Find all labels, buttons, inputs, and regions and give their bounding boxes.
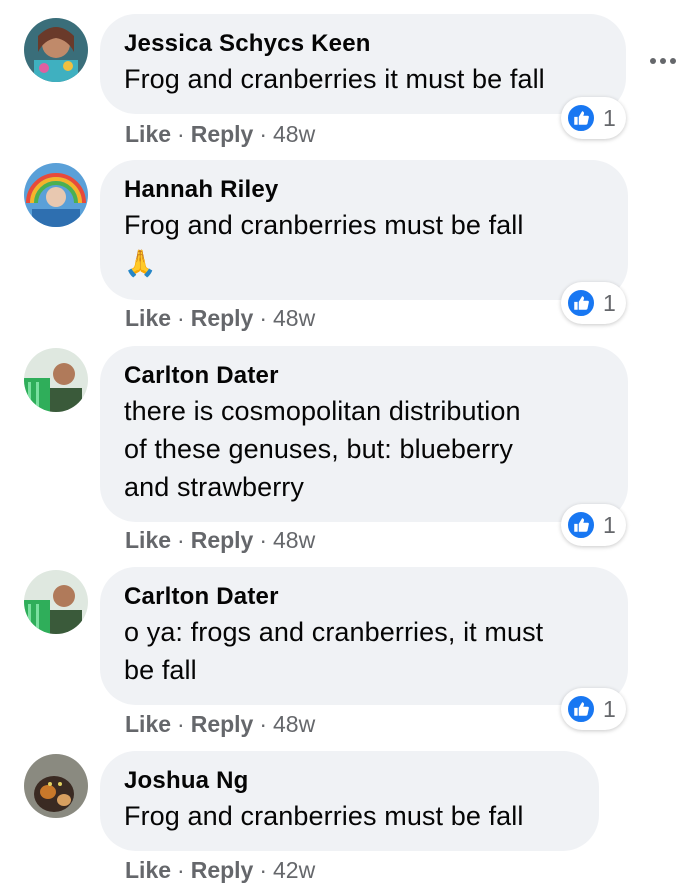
timestamp[interactable]: 42w: [273, 857, 315, 883]
comment-text-line: and strawberry: [124, 472, 304, 502]
reply-button[interactable]: Reply: [191, 711, 254, 737]
comment-author[interactable]: Carlton Dater: [124, 360, 602, 392]
comment-actions: Like · Reply · 42w: [125, 857, 315, 884]
avatar[interactable]: [24, 18, 88, 82]
reaction-badge[interactable]: 1: [561, 282, 626, 324]
reaction-count: 1: [603, 104, 616, 131]
avatar[interactable]: [24, 163, 88, 227]
comment-bubble: Jessica Schycs Keen Frog and cranberries…: [100, 14, 626, 114]
separator: ·: [259, 305, 268, 331]
like-reaction-icon: [566, 288, 596, 318]
comment-author[interactable]: Carlton Dater: [124, 581, 602, 613]
separator: ·: [177, 121, 185, 147]
like-reaction-icon: [566, 510, 596, 540]
comment-actions: Like · Reply · 48w: [125, 527, 315, 554]
reaction-count: 1: [603, 289, 616, 316]
like-button[interactable]: Like: [125, 121, 171, 147]
reaction-badge[interactable]: 1: [561, 504, 626, 546]
timestamp[interactable]: 48w: [273, 305, 315, 331]
comment-actions: Like · Reply · 48w: [125, 305, 315, 332]
comment-author[interactable]: Joshua Ng: [124, 765, 573, 797]
avatar[interactable]: [24, 754, 88, 818]
separator: ·: [177, 527, 185, 553]
comment-bubble: Hannah Riley Frog and cranberries must b…: [100, 160, 628, 300]
separator: ·: [177, 305, 185, 331]
timestamp[interactable]: 48w: [273, 527, 315, 553]
comment-text-line: of these genuses, but: blueberry: [124, 434, 513, 464]
avatar[interactable]: [24, 348, 88, 412]
comment-bubble: Carlton Dater o ya: frogs and cranberrie…: [100, 567, 628, 705]
reply-button[interactable]: Reply: [191, 527, 254, 553]
like-reaction-icon: [566, 694, 596, 724]
comment-bubble: Carlton Dater there is cosmopolitan dist…: [100, 346, 628, 522]
like-button[interactable]: Like: [125, 857, 171, 883]
like-button[interactable]: Like: [125, 305, 171, 331]
comment-actions: Like · Reply · 48w: [125, 121, 315, 148]
more-options-icon[interactable]: [650, 58, 676, 64]
reaction-count: 1: [603, 695, 616, 722]
comment-text: Frog and cranberries it must be fall: [124, 64, 545, 94]
comment-author[interactable]: Jessica Schycs Keen: [124, 28, 600, 60]
comment-bubble: Joshua Ng Frog and cranberries must be f…: [100, 751, 599, 851]
separator: ·: [259, 857, 268, 883]
reply-button[interactable]: Reply: [191, 857, 254, 883]
reaction-count: 1: [603, 511, 616, 538]
timestamp[interactable]: 48w: [273, 711, 315, 737]
comment-actions: Like · Reply · 48w: [125, 711, 315, 738]
comment-text-line: o ya: frogs and cranberries, it must: [124, 617, 544, 647]
separator: ·: [177, 857, 185, 883]
reaction-badge[interactable]: 1: [561, 688, 626, 730]
separator: ·: [259, 711, 268, 737]
reply-button[interactable]: Reply: [191, 121, 254, 147]
timestamp[interactable]: 48w: [273, 121, 315, 147]
comment-text: Frog and cranberries must be fall: [124, 210, 524, 240]
comment-text-line: be fall: [124, 655, 197, 685]
separator: ·: [259, 527, 268, 553]
comment-text-line: there is cosmopolitan distribution: [124, 396, 521, 426]
separator: ·: [177, 711, 185, 737]
like-button[interactable]: Like: [125, 711, 171, 737]
prayer-hands-emoji: 🙏: [124, 248, 157, 278]
comment-author[interactable]: Hannah Riley: [124, 174, 602, 206]
reaction-badge[interactable]: 1: [561, 97, 626, 139]
like-reaction-icon: [566, 103, 596, 133]
reply-button[interactable]: Reply: [191, 305, 254, 331]
avatar[interactable]: [24, 570, 88, 634]
like-button[interactable]: Like: [125, 527, 171, 553]
separator: ·: [259, 121, 268, 147]
comment-text: Frog and cranberries must be fall: [124, 801, 524, 831]
